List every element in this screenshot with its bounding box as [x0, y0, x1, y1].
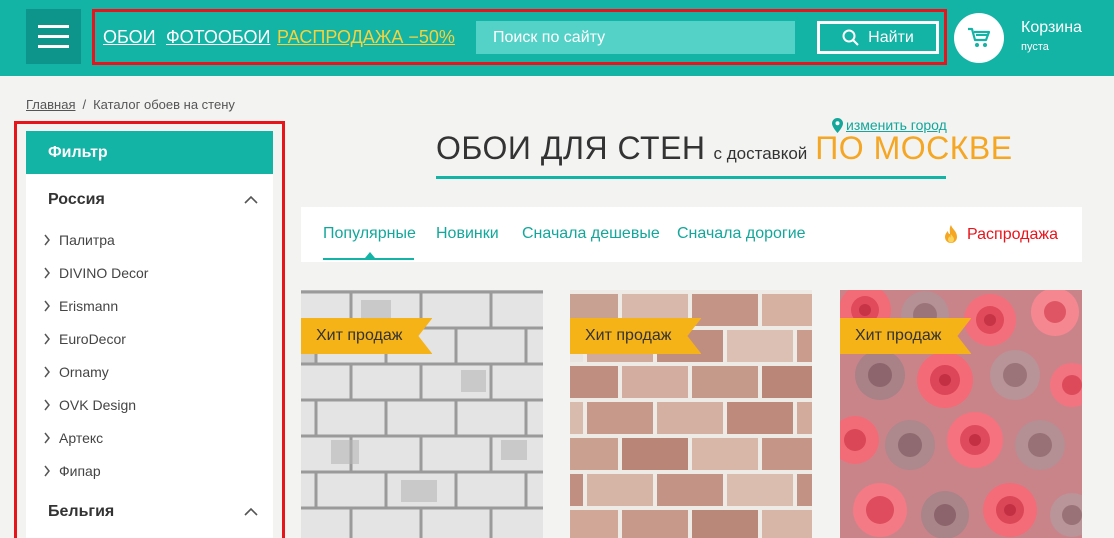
breadcrumb-home[interactable]: Главная — [26, 97, 75, 112]
bestseller-badge: Хит продаж — [301, 318, 432, 354]
breadcrumb-separator: / — [82, 97, 87, 112]
sort-tab-popular[interactable]: Популярные — [323, 225, 416, 243]
search-box — [476, 21, 795, 54]
nav-link-sale[interactable]: РАСПРОДАЖА −50% — [277, 27, 455, 48]
nav-link-fotooboi[interactable]: ФОТООБОИ — [166, 27, 270, 48]
sort-tab-expensive-first[interactable]: Сначала дорогие — [677, 225, 806, 243]
title-underline — [436, 176, 946, 179]
search-button[interactable]: Найти — [817, 21, 939, 54]
active-tab-indicator — [323, 258, 414, 260]
page-title: ОБОИ ДЛЯ СТЕН с доставкой ПО МОСКВЕ — [436, 130, 1013, 167]
menu-burger-icon[interactable] — [26, 9, 81, 64]
page-title-middle: с доставкой — [713, 144, 808, 163]
breadcrumb-current: Каталог обоев на стену — [93, 97, 235, 112]
breadcrumb: Главная / Каталог обоев на стену — [26, 97, 235, 112]
cart-button[interactable] — [954, 13, 1004, 63]
bestseller-badge: Хит продаж — [570, 318, 701, 354]
sale-link[interactable]: Распродажа — [943, 225, 1058, 245]
page-title-city: ПО МОСКВЕ — [815, 130, 1013, 166]
product-card-white-brick[interactable]: Хит продаж — [301, 290, 543, 538]
fire-icon — [945, 225, 957, 243]
cart-status: пуста — [1021, 41, 1049, 53]
product-card-pink-roses[interactable]: Хит продаж — [840, 290, 1082, 538]
cart-title[interactable]: Корзина — [1021, 19, 1082, 37]
page-title-main: ОБОИ ДЛЯ СТЕН — [436, 130, 706, 166]
sort-bar: Популярные Новинки Сначала дешевые Снача… — [301, 207, 1082, 262]
active-tab-pointer — [365, 252, 375, 258]
site-header: ОБОИ ФОТООБОИ РАСПРОДАЖА −50% Найти Корз… — [0, 0, 1114, 76]
bestseller-badge: Хит продаж — [840, 318, 971, 354]
sale-link-label: Распродажа — [967, 226, 1058, 243]
search-input[interactable] — [476, 21, 795, 54]
nav-link-oboi[interactable]: ОБОИ — [103, 27, 156, 48]
search-button-label: Найти — [868, 28, 914, 46]
sort-tab-cheap-first[interactable]: Сначала дешевые — [522, 225, 660, 243]
sort-tab-new[interactable]: Новинки — [436, 225, 499, 243]
sidebar-highlight-box — [14, 121, 285, 538]
cart-icon — [968, 27, 991, 47]
search-icon — [842, 29, 859, 46]
product-card-beige-brick[interactable]: Хит продаж — [570, 290, 812, 538]
